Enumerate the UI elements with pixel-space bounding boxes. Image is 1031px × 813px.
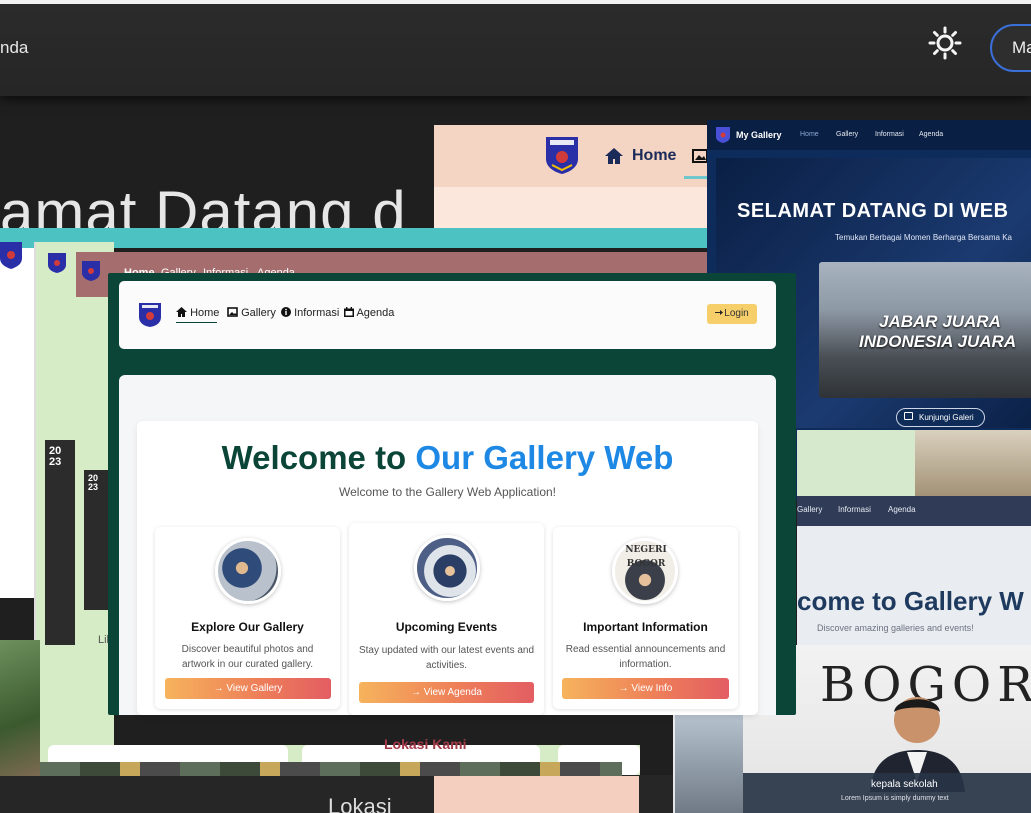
info-circle-icon <box>281 307 291 317</box>
dark-photo-column <box>45 440 75 645</box>
image-icon <box>904 412 913 420</box>
nav-informasi[interactable]: Informasi <box>281 307 339 319</box>
background-header <box>0 0 1031 96</box>
year-label-b: 20 23 <box>88 473 99 492</box>
feature-title: Explore Our Gallery <box>191 620 304 634</box>
navy-nav-agenda[interactable]: Agenda <box>919 131 943 138</box>
image-icon <box>692 149 708 163</box>
home-icon <box>605 148 623 164</box>
hero-title: Welcome to Our Gallery Web <box>137 439 758 477</box>
calendar-icon <box>344 307 354 317</box>
photo-caption-line-1: JABAR JUARA <box>879 312 1001 331</box>
nav-informasi-label: Informasi <box>294 307 340 319</box>
navy-hero-title: SELAMAT DATANG DI WEB <box>737 200 1009 222</box>
nav-home[interactable]: Home <box>176 307 219 319</box>
photo-caption-line-2: INDONESIA JUARA <box>859 332 1017 351</box>
caption-title: kepala sekolah <box>871 779 938 790</box>
gw-nav-informasi[interactable]: Informasi <box>838 505 871 514</box>
avatar-photo-text: NEGERI BOGOR <box>625 545 667 569</box>
year-label-a: 20 23 <box>49 445 62 468</box>
peach-strip-bottom <box>434 776 639 813</box>
login-label: Login <box>724 308 749 319</box>
events-avatar <box>414 535 480 601</box>
hero-title-prefix: Welcome to <box>221 439 416 476</box>
gw-nav-gallery[interactable]: Gallery <box>797 505 822 514</box>
gallery-web-subtitle: Discover amazing galleries and events! <box>817 623 974 633</box>
feature-text: Read essential announcements and informa… <box>565 644 726 670</box>
image-icon <box>227 307 238 317</box>
nav-gallery-label: Gallery <box>241 307 276 319</box>
school-logo-icon <box>48 253 66 273</box>
peach-nav-home[interactable]: Home <box>632 147 676 165</box>
nav-agenda[interactable]: Agenda <box>344 307 394 319</box>
school-logo-icon <box>82 261 100 281</box>
nav-home-label: Home <box>190 307 220 319</box>
school-logo-icon[interactable] <box>138 302 162 328</box>
gallery-web-title: come to Gallery W <box>797 586 1024 616</box>
background-brand: nda <box>0 38 29 57</box>
sun-icon[interactable] <box>928 26 962 60</box>
feature-text: Discover beautiful photos and artwork in… <box>181 644 314 670</box>
hero-subtitle: Welcome to the Gallery Web Application! <box>339 485 556 499</box>
caption-text: Lorem Ipsum is simply dummy text <box>841 795 949 802</box>
background-menu-button[interactable]: Ma <box>990 24 1031 72</box>
feature-title: Important Information <box>583 620 708 634</box>
navy-brand[interactable]: My Gallery <box>736 130 782 140</box>
peach-screenshot: Home <box>434 125 734 230</box>
login-icon <box>715 310 724 315</box>
navy-hero-subtitle: Temukan Berbagai Momen Berharga Bersama … <box>835 233 1012 242</box>
school-logo-icon <box>546 137 578 174</box>
aerial-photo <box>0 640 40 776</box>
hero-title-accent: Our Gallery Web <box>415 439 674 476</box>
navy-nav-home[interactable]: Home <box>800 131 819 138</box>
photo-strip <box>40 762 622 776</box>
view-gallery-button[interactable]: → View Gallery <box>165 678 331 699</box>
school-logo-icon <box>0 242 22 269</box>
background-footer-title: Lokasi <box>328 794 392 813</box>
navy-nav-gallery[interactable]: Gallery <box>836 131 858 138</box>
nav-active-underline <box>176 322 217 323</box>
navy-nav-informasi[interactable]: Informasi <box>875 131 904 138</box>
nav-gallery[interactable]: Gallery <box>227 307 276 319</box>
gw-nav-agenda[interactable]: Agenda <box>888 505 916 514</box>
gallery-avatar <box>215 538 281 604</box>
school-logo-icon <box>716 127 730 143</box>
trophy-shelf-photo <box>675 715 743 813</box>
feature-text: Stay updated with our latest events and … <box>358 645 535 671</box>
feature-title: Upcoming Events <box>395 620 498 634</box>
nav-agenda-label: Agenda <box>356 307 395 319</box>
view-agenda-button[interactable]: → View Agenda <box>359 682 534 703</box>
home-icon <box>176 307 187 317</box>
trophy-photo <box>915 430 1031 496</box>
login-button[interactable]: Login <box>707 304 757 324</box>
location-section-title: Lokasi Kami <box>384 736 467 752</box>
view-info-button[interactable]: → View Info <box>562 678 729 699</box>
